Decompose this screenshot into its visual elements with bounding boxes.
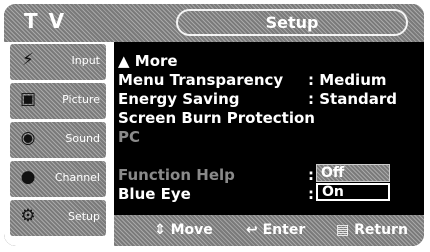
menu-item-menu-transparency[interactable]: Menu Transparency <box>118 71 283 89</box>
menu-item-function-help[interactable]: Function Help <box>118 166 235 184</box>
setup-menu: ▲ More Menu Transparency : Medium Energy… <box>114 42 424 215</box>
more-label: More <box>134 52 178 70</box>
sidebar-item-label: Setup <box>67 210 100 223</box>
setup-icon: ⚙ <box>20 206 36 226</box>
more-item[interactable]: ▲ More <box>118 52 178 70</box>
enter-icon: ↩ <box>246 222 258 238</box>
sidebar-item-label: Picture <box>62 93 100 106</box>
sidebar: ⚡ Input ▣ Picture ◉ Sound ● Channel ⚙ Se… <box>4 42 114 246</box>
blue-eye-colon: : <box>308 185 314 203</box>
move-hint: ⇕ Move <box>154 222 213 238</box>
menu-item-blue-eye[interactable]: Blue Eye <box>118 185 191 203</box>
footer-bar: ⇕ Move ↩ Enter ▤ Return <box>114 215 424 246</box>
sidebar-item-label: Input <box>71 54 100 67</box>
option-off[interactable]: Off <box>316 164 390 182</box>
menu-transparency-value: : Medium <box>308 71 387 89</box>
return-hint[interactable]: ▤ Return <box>336 222 408 238</box>
menu-item-energy-saving[interactable]: Energy Saving <box>118 90 240 108</box>
energy-saving-value: : Standard <box>308 90 397 108</box>
return-icon: ▤ <box>336 222 350 238</box>
sidebar-item-picture[interactable]: ▣ Picture <box>10 83 106 119</box>
up-down-arrow-icon: ⇕ <box>154 222 166 238</box>
sound-icon: ◉ <box>20 128 36 148</box>
page-title: Setup <box>265 13 319 32</box>
sidebar-item-setup[interactable]: ⚙ Setup <box>10 200 106 236</box>
up-arrow-icon: ▲ <box>118 52 130 70</box>
sidebar-item-sound[interactable]: ◉ Sound <box>10 122 106 158</box>
setup-title-tab: Setup <box>176 9 408 36</box>
menu-item-screen-burn-protection[interactable]: Screen Burn Protection <box>118 109 315 127</box>
sidebar-item-input[interactable]: ⚡ Input <box>10 44 106 80</box>
sidebar-item-label: Channel <box>54 171 100 184</box>
move-label: Move <box>170 222 213 238</box>
input-icon: ⚡ <box>22 50 34 70</box>
return-label: Return <box>354 222 408 238</box>
menu-item-pc: PC <box>118 128 141 146</box>
enter-label: Enter <box>262 222 306 238</box>
sidebar-item-label: Sound <box>65 132 100 145</box>
channel-icon: ● <box>20 167 36 187</box>
function-help-colon: : <box>308 166 314 184</box>
option-on-selected[interactable]: On <box>316 183 390 201</box>
enter-hint[interactable]: ↩ Enter <box>246 222 305 238</box>
tv-label: T V <box>24 9 67 33</box>
tv-osd-window: T V Setup ⚡ Input ▣ Picture ◉ Sound ● Ch… <box>4 4 424 246</box>
picture-icon: ▣ <box>19 89 37 109</box>
header-bar: T V Setup <box>4 4 424 42</box>
sidebar-item-channel[interactable]: ● Channel <box>10 161 106 197</box>
